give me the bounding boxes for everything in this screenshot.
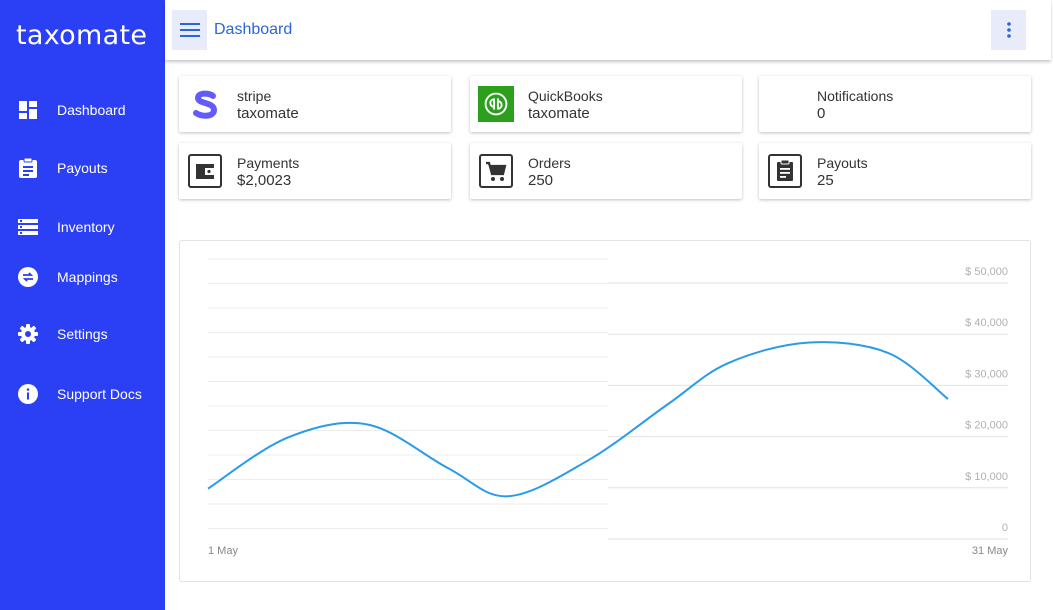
info-icon	[18, 384, 38, 404]
x-tick-label: 1 May	[208, 545, 238, 557]
card-value: taxomate	[237, 105, 299, 122]
stripe-logo-icon	[187, 86, 223, 122]
hamburger-icon	[179, 23, 200, 37]
sidebar: taxomate Dashboard Payouts Inventory Map…	[0, 0, 165, 610]
sidebar-item-mappings[interactable]: Mappings	[0, 257, 165, 297]
card-title: stripe	[237, 88, 272, 104]
sidebar-item-label: Mappings	[57, 269, 118, 285]
card-value: 0	[817, 105, 826, 122]
sidebar-item-dashboard[interactable]: Dashboard	[0, 90, 165, 130]
cart-icon	[478, 153, 514, 189]
dashboard-icon	[18, 100, 38, 120]
y-tick-label: $ 10,000	[965, 471, 1008, 483]
swap-icon	[18, 267, 38, 287]
clipboard-icon	[18, 158, 38, 178]
more-vertical-icon	[1006, 22, 1011, 38]
wallet-icon	[187, 153, 223, 189]
sidebar-item-label: Dashboard	[57, 102, 126, 118]
card-value: 250	[528, 172, 554, 189]
quickbooks-logo-icon	[478, 86, 514, 122]
card-title: Payments	[237, 155, 300, 171]
clipboard-icon	[767, 153, 803, 189]
card-title: Payouts	[817, 155, 868, 171]
sidebar-item-payouts[interactable]: Payouts	[0, 148, 165, 188]
payouts-card[interactable]: Payouts 25	[759, 143, 1031, 199]
sidebar-item-label: Support Docs	[57, 386, 142, 402]
menu-toggle-button[interactable]	[172, 10, 207, 50]
y-tick-label: $ 40,000	[965, 317, 1008, 329]
y-tick-label: $ 20,000	[965, 420, 1008, 432]
orders-card[interactable]: Orders 250	[470, 143, 742, 199]
sidebar-item-support-docs[interactable]: Support Docs	[0, 374, 165, 414]
more-options-button[interactable]	[991, 10, 1026, 50]
list-icon	[18, 217, 38, 237]
gear-icon	[18, 324, 38, 344]
notifications-card[interactable]: Notifications 0	[759, 76, 1031, 132]
revenue-chart: 0 $ 10,000 $ 20,000 $ 30,000 $ 40,000 $ 50,00…	[207, 258, 1009, 557]
payments-card[interactable]: Payments $2,0023	[179, 143, 451, 199]
card-title: Orders	[528, 155, 571, 171]
top-bar: Dashboard	[165, 0, 1051, 60]
sidebar-item-label: Settings	[57, 326, 108, 342]
y-tick-label: $ 50,000	[965, 266, 1008, 278]
y-tick-label: 0	[1002, 522, 1008, 534]
card-title: QuickBooks	[528, 88, 603, 104]
card-value: $2,0023	[237, 172, 292, 189]
card-value: 25	[817, 172, 834, 189]
sidebar-item-label: Payouts	[57, 160, 108, 176]
card-title: Notifications	[817, 88, 894, 104]
y-tick-label: $ 30,000	[965, 368, 1008, 380]
sidebar-item-inventory[interactable]: Inventory	[0, 207, 165, 247]
card-value: taxomate	[528, 105, 590, 122]
stripe-card[interactable]: stripe taxomate	[179, 76, 451, 132]
revenue-chart-card: 0 $ 10,000 $ 20,000 $ 30,000 $ 40,000 $ 50,00…	[179, 240, 1031, 582]
x-tick-label: 31 May	[972, 545, 1009, 557]
series-line	[207, 341, 949, 498]
sidebar-item-settings[interactable]: Settings	[0, 314, 165, 354]
app-logo: taxomate	[16, 20, 148, 51]
page-title: Dashboard	[214, 21, 293, 38]
quickbooks-card[interactable]: QuickBooks taxomate	[470, 76, 742, 132]
sidebar-item-label: Inventory	[57, 219, 115, 235]
